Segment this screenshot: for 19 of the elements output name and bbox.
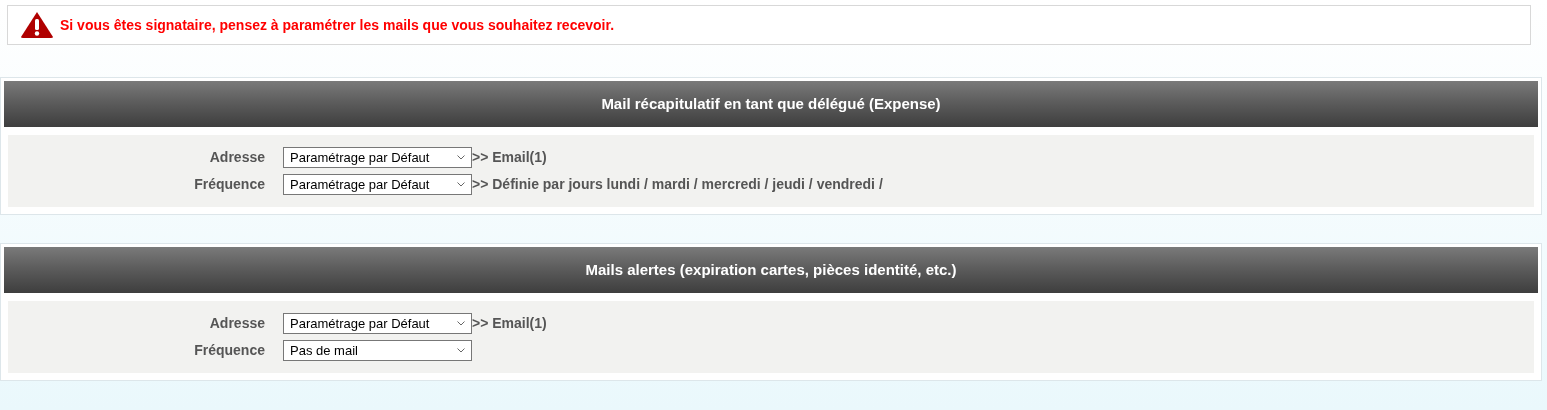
setting-info: >> Définie par jours lundi / mardi / mercredi / jeudi / vendredi / (472, 175, 883, 194)
chevron-down-icon (457, 321, 465, 326)
field-label: Fréquence (193, 341, 266, 360)
chevron-down-icon (457, 348, 465, 353)
chevron-down-icon (457, 182, 465, 187)
setting-info: >> Email(1) (472, 148, 547, 167)
field-label: Adresse (208, 314, 266, 333)
alert-message: Si vous êtes signataire, pensez à paramétrer les mails que vous souhaitez recevoir. (60, 15, 615, 35)
setting-info: >> Email(1) (472, 314, 547, 333)
select-field[interactable]: Pas de mail (283, 340, 472, 361)
field-label: Fréquence (193, 175, 266, 194)
chevron-down-icon (457, 155, 465, 160)
panel-title: Mail récapitulatif en tant que délégué (Expense) (601, 93, 941, 114)
select-field[interactable]: Paramétrage par Défaut (283, 174, 472, 195)
select-field[interactable]: Paramétrage par Défaut (283, 147, 472, 168)
warning-icon (20, 11, 54, 39)
select-field[interactable]: Paramétrage par Défaut (283, 313, 472, 334)
field-label: Adresse (208, 148, 266, 167)
panel-title: Mails alertes (expiration cartes, pièces identité, etc.) (585, 259, 957, 280)
